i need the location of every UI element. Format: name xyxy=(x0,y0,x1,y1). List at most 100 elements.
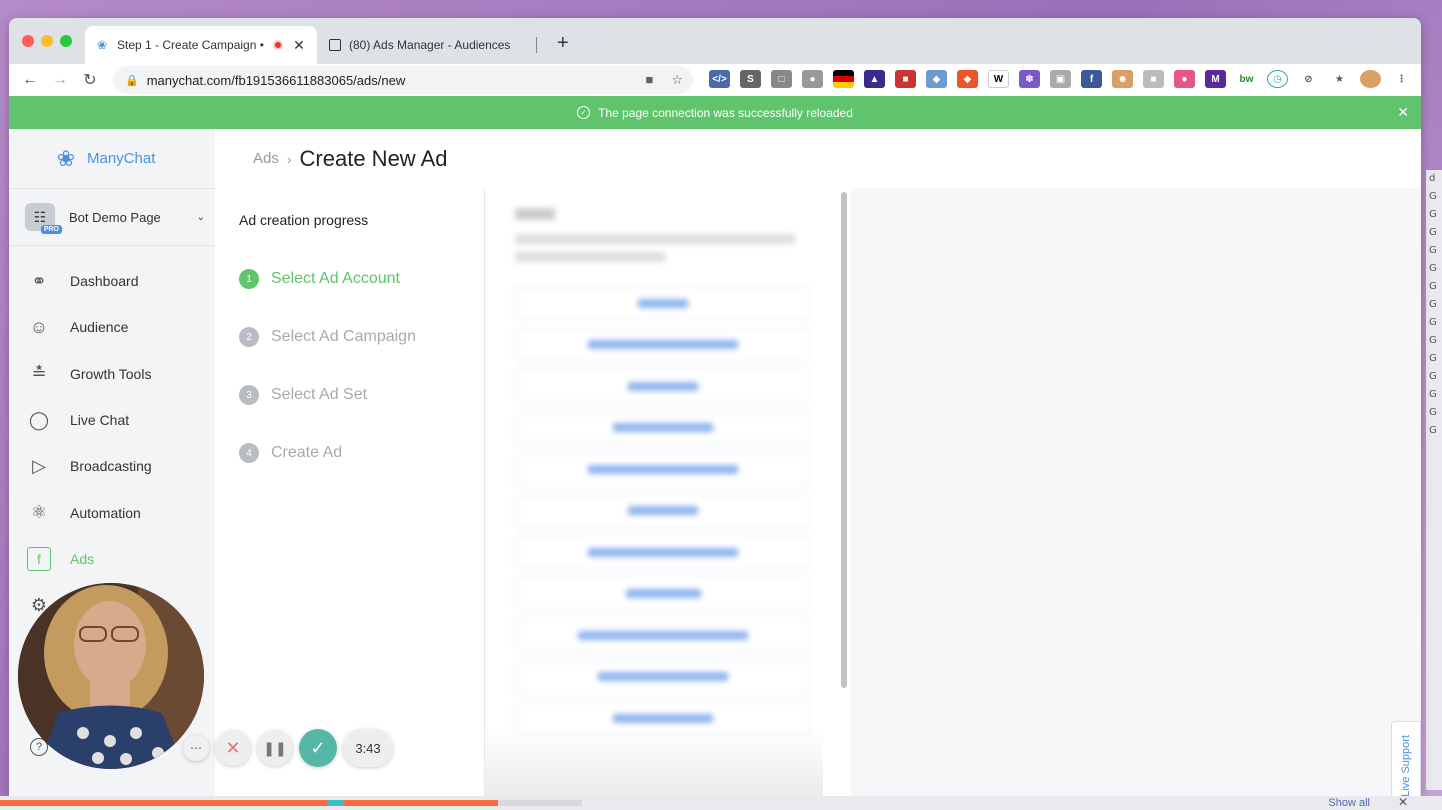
tab-ads-manager[interactable]: (80) Ads Manager - Audiences xyxy=(319,26,547,64)
page-title: Create New Ad xyxy=(299,145,448,171)
step-label: Create Ad xyxy=(271,444,343,461)
extension-facebook-icon[interactable]: f xyxy=(1081,70,1102,88)
list-item[interactable] xyxy=(515,576,811,611)
extension-w-icon[interactable]: W xyxy=(988,70,1009,88)
extension-pink-icon[interactable]: ● xyxy=(1174,70,1195,88)
page-selector[interactable]: ☷ PRO Bot Demo Page ⌄ xyxy=(9,188,215,246)
list-item[interactable] xyxy=(515,369,811,403)
extension-red-icon[interactable]: ■ xyxy=(895,70,916,88)
extension-code-icon[interactable]: </> xyxy=(709,70,730,88)
list-item[interactable] xyxy=(515,659,811,694)
extension-bw-icon[interactable]: bw xyxy=(1236,70,1257,88)
extension-circle-icon[interactable]: ⊘ xyxy=(1298,70,1319,88)
blurred-content xyxy=(485,188,851,763)
window-controls xyxy=(22,35,72,47)
extension-badge-icon[interactable]: ● xyxy=(802,70,823,88)
reload-icon[interactable]: ↻ xyxy=(75,70,105,90)
scrollbar[interactable] xyxy=(841,192,847,688)
webcam-overlay xyxy=(18,583,204,769)
sidebar-item-dashboard[interactable]: ⚭ Dashboard xyxy=(9,258,215,304)
sidebar-item-growth-tools[interactable]: ≛ Growth Tools xyxy=(9,351,215,397)
blurred-text xyxy=(515,252,665,262)
more-options-button[interactable]: ⋯ xyxy=(183,735,209,761)
recording-indicator-icon xyxy=(273,40,283,50)
extension-box-icon[interactable]: ▣ xyxy=(1050,70,1071,88)
back-icon[interactable]: ← xyxy=(15,71,45,89)
forward-icon[interactable]: → xyxy=(45,71,75,89)
growth-tools-icon: ≛ xyxy=(31,363,47,384)
list-item[interactable] xyxy=(515,618,811,652)
sidebar-item-automation[interactable]: ⚛ Automation xyxy=(9,489,215,535)
step-label: Select Ad Account xyxy=(271,270,400,287)
minimize-window-button[interactable] xyxy=(41,35,53,47)
sidebar-item-label: Broadcasting xyxy=(70,458,152,475)
star-icon[interactable]: ☆ xyxy=(671,72,683,88)
sidebar-item-live-chat[interactable]: ◯ Live Chat xyxy=(9,397,215,443)
ad-account-list xyxy=(507,286,829,735)
chevron-down-icon: ⌄ xyxy=(196,211,205,223)
close-icon[interactable]: ✕ xyxy=(1398,795,1408,809)
lock-icon: 🔒 xyxy=(125,74,139,87)
extensions-bar: </> S □ ● ▲ ■ ◆ ◆ W ✽ ▣ f ☻ ■ ● M bw ◷ ⊘… xyxy=(709,70,1412,88)
tab-strip: ❀ Step 1 - Create Campaign • ✕ (80) Ads … xyxy=(9,18,1421,64)
extension-puzzle-blue-icon[interactable]: ◆ xyxy=(926,70,947,88)
downloads-bar: Show all ✕ xyxy=(0,795,1442,810)
video-progress-bar[interactable] xyxy=(0,800,498,806)
extension-grey-icon[interactable]: ■ xyxy=(1143,70,1164,88)
cancel-recording-button[interactable]: ✕ xyxy=(215,730,251,766)
pause-recording-button[interactable]: ❚❚ xyxy=(257,730,293,766)
list-item[interactable] xyxy=(515,452,811,486)
sidebar-item-audience[interactable]: ☺ Audience xyxy=(9,304,215,350)
live-support-button[interactable]: Live Support xyxy=(1391,721,1421,798)
close-icon[interactable]: ✕ xyxy=(291,37,307,54)
new-tab-button[interactable]: + xyxy=(557,32,569,55)
recorder-controls: ⋯ ✕ ❚❚ ✓ 3:43 xyxy=(183,729,393,767)
dashboard-gauge-icon: ⚭ xyxy=(31,270,47,291)
automation-icon: ⚛ xyxy=(30,502,48,523)
extension-face-icon[interactable]: ☻ xyxy=(1112,70,1133,88)
brand-logo[interactable]: ❀ ManyChat xyxy=(9,129,215,188)
tab-separator xyxy=(536,37,537,53)
extension-timer-icon[interactable]: ◷ xyxy=(1267,70,1288,88)
step-select-ad-account[interactable]: 1 Select Ad Account xyxy=(239,250,484,308)
sidebar-item-ads[interactable]: f Ads xyxy=(9,536,215,582)
finish-recording-button[interactable]: ✓ xyxy=(299,729,337,767)
sidebar-item-broadcasting[interactable]: ▷ Broadcasting xyxy=(9,443,215,489)
extension-puzzle-icon[interactable]: ★ xyxy=(1329,70,1350,88)
extension-m-icon[interactable]: M xyxy=(1205,70,1226,88)
show-all-downloads-link[interactable]: Show all xyxy=(1328,797,1370,809)
tab-create-campaign[interactable]: ❀ Step 1 - Create Campaign • ✕ xyxy=(85,26,317,64)
extension-s-icon[interactable]: S xyxy=(740,70,761,88)
page-name: Bot Demo Page xyxy=(69,209,161,225)
list-item[interactable] xyxy=(515,493,811,528)
list-item[interactable] xyxy=(515,535,811,569)
close-window-button[interactable] xyxy=(22,35,34,47)
sidebar-item-label: Live Chat xyxy=(70,412,130,429)
step-number: 3 xyxy=(239,385,259,405)
list-item[interactable] xyxy=(515,327,811,362)
blurred-text xyxy=(515,234,795,244)
extension-orange-icon[interactable]: ◆ xyxy=(957,70,978,88)
profile-avatar[interactable] xyxy=(1360,70,1381,88)
camera-icon[interactable]: ■ xyxy=(645,72,653,88)
browser-toolbar: ← → ↻ 🔒 manychat.com/fb191536611883065/a… xyxy=(9,64,1421,96)
address-bar[interactable]: 🔒 manychat.com/fb191536611883065/ads/new… xyxy=(113,66,693,94)
list-item[interactable] xyxy=(515,286,811,320)
video-buffer-bar xyxy=(498,800,582,806)
extension-layers-icon[interactable]: □ xyxy=(771,70,792,88)
page-header: Ads › Create New Ad xyxy=(215,129,1421,188)
step-number: 4 xyxy=(239,443,259,463)
ads-manager-icon xyxy=(329,39,341,51)
extension-flower-icon[interactable]: ✽ xyxy=(1019,70,1040,88)
sidebar-item-label: Growth Tools xyxy=(70,365,152,382)
extension-flag-icon[interactable] xyxy=(833,70,854,88)
close-icon[interactable]: ✕ xyxy=(1397,104,1409,121)
breadcrumb[interactable]: Ads xyxy=(253,150,279,167)
recording-timer: 3:43 xyxy=(343,729,393,767)
send-icon: ▷ xyxy=(32,455,46,476)
sidebar-item-label: Audience xyxy=(70,319,129,336)
extension-cap-icon[interactable]: ▲ xyxy=(864,70,885,88)
maximize-window-button[interactable] xyxy=(60,35,72,47)
browser-menu-icon[interactable]: ⋮ xyxy=(1391,70,1412,88)
list-item[interactable] xyxy=(515,410,811,445)
